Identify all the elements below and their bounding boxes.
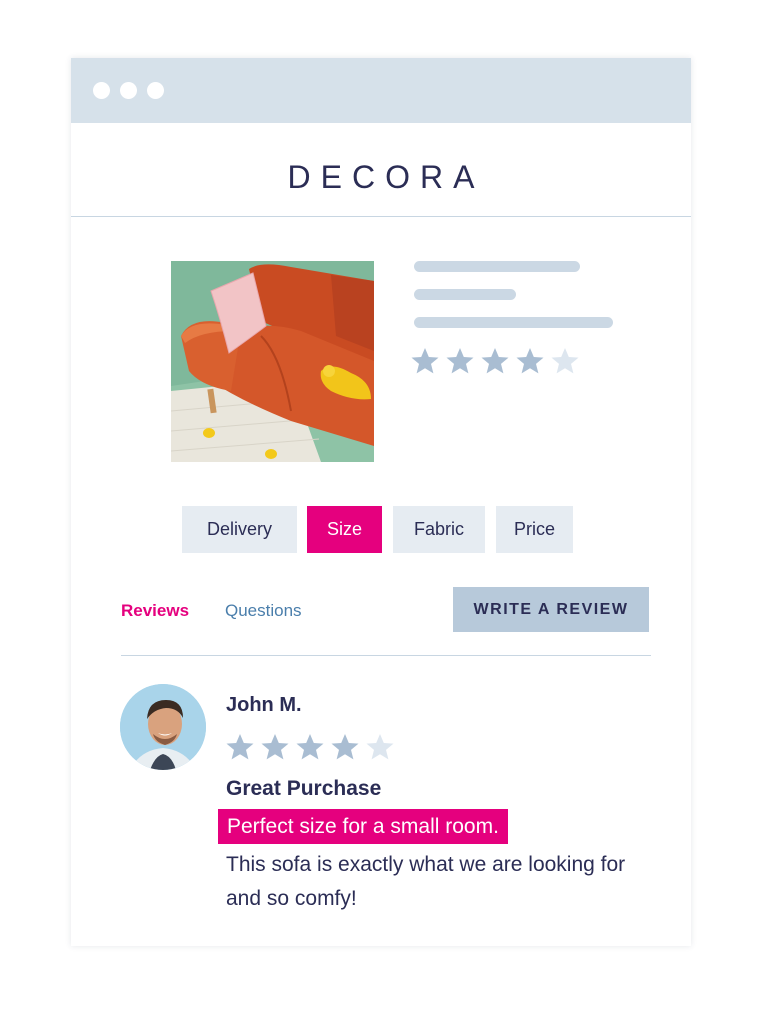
window-dot-icon[interactable] (93, 82, 110, 99)
star-filled-icon (411, 348, 439, 374)
star-empty-icon (366, 734, 394, 760)
tab-reviews[interactable]: Reviews (121, 601, 189, 621)
review-title: Great Purchase (226, 777, 382, 800)
avatar[interactable] (120, 684, 206, 770)
sofa-image (171, 261, 374, 462)
product-title-placeholder (414, 261, 580, 272)
header: DECORA (71, 123, 691, 217)
star-filled-icon (481, 348, 509, 374)
star-filled-icon (226, 734, 254, 760)
divider (121, 655, 651, 656)
window-titlebar (71, 58, 691, 123)
review-body: This sofa is exactly what we are looking… (226, 853, 626, 910)
brand-logo[interactable]: DECORA (71, 159, 691, 196)
tab-questions[interactable]: Questions (225, 601, 302, 621)
option-price-button[interactable]: Price (496, 506, 573, 553)
product-description-placeholder (414, 317, 613, 328)
product-subtitle-placeholder (414, 289, 516, 300)
star-empty-icon (551, 348, 579, 374)
product-rating (410, 346, 580, 376)
review-rating (225, 732, 395, 762)
reviewer-name: John M. (226, 694, 302, 716)
star-filled-icon (331, 734, 359, 760)
window-dot-icon[interactable] (147, 82, 164, 99)
window-dot-icon[interactable] (120, 82, 137, 99)
option-fabric-button[interactable]: Fabric (393, 506, 485, 553)
star-filled-icon (446, 348, 474, 374)
browser-window: DECORA Delivery Size Fabric Price Review… (71, 58, 691, 946)
review-highlight: Perfect size for a small room. (218, 809, 508, 844)
star-filled-icon (516, 348, 544, 374)
product-image[interactable] (171, 261, 374, 462)
user-avatar-image (120, 684, 206, 770)
star-filled-icon (261, 734, 289, 760)
option-size-button[interactable]: Size (307, 506, 382, 553)
star-filled-icon (296, 734, 324, 760)
option-delivery-button[interactable]: Delivery (182, 506, 297, 553)
write-review-button[interactable]: WRITE A REVIEW (453, 587, 649, 632)
